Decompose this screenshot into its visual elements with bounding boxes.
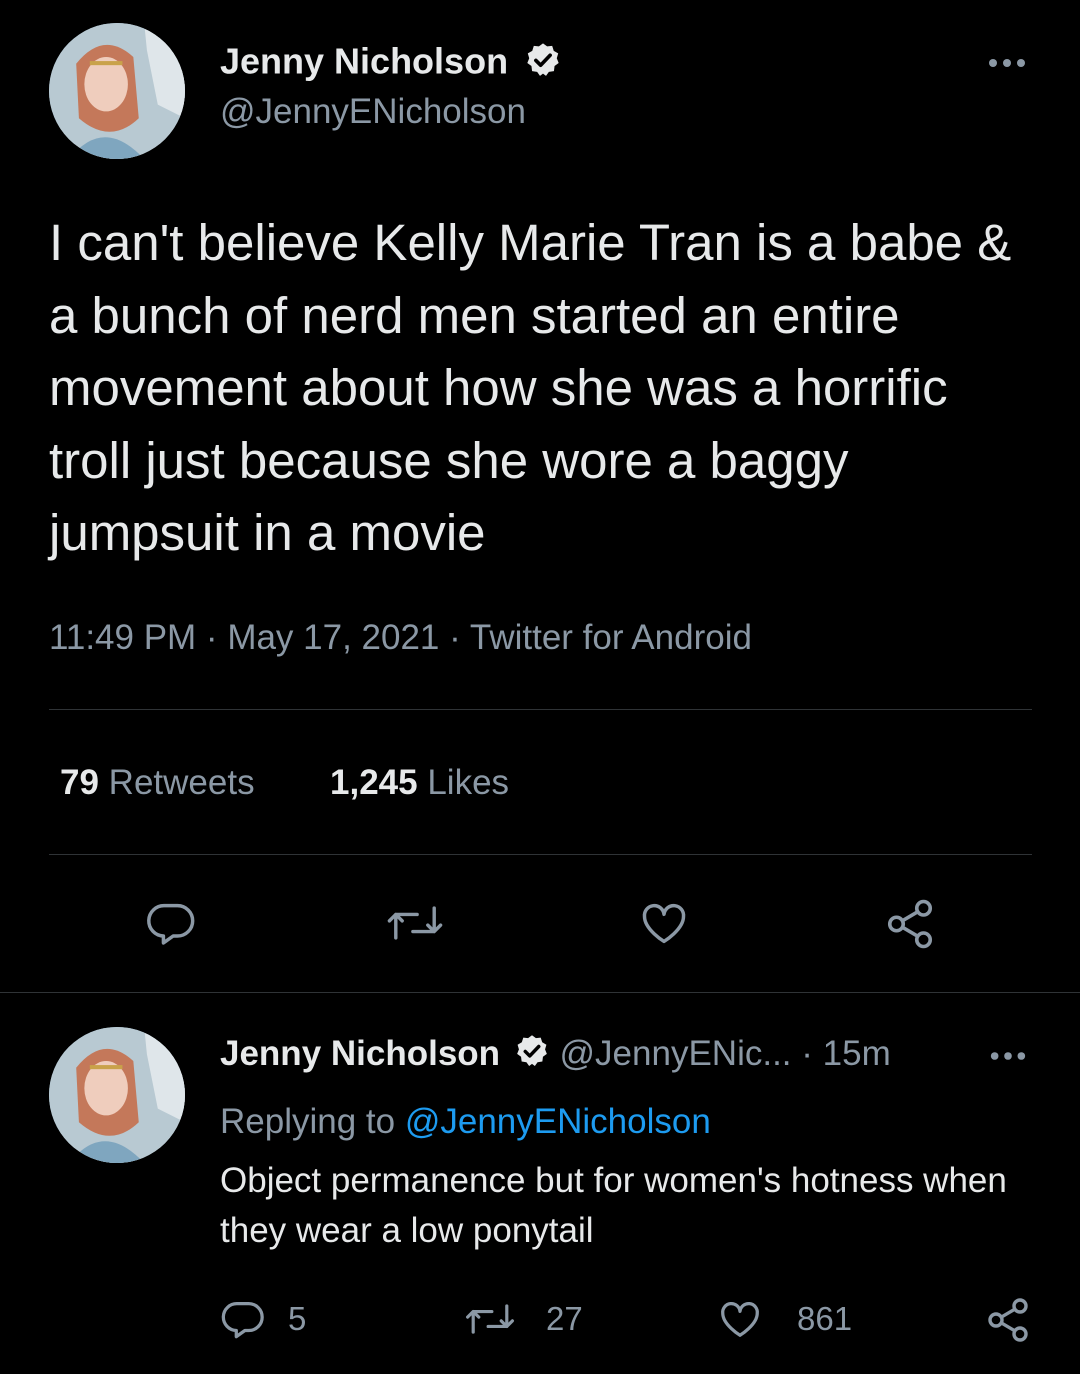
retweets-label: Retweets — [108, 763, 255, 802]
verified-icon — [514, 1033, 550, 1078]
reply-time: 15m — [822, 1033, 891, 1073]
divider — [49, 854, 1032, 855]
replying-prefix: Replying to — [220, 1102, 396, 1141]
author-name[interactable]: Jenny Nicholson — [220, 41, 562, 87]
tweet-text: I can't believe Kelly Marie Tran is a ba… — [49, 214, 1012, 561]
reply-count: 5 — [288, 1300, 307, 1337]
more-icon[interactable] — [988, 1049, 1028, 1063]
more-icon[interactable] — [986, 56, 1028, 70]
likes-count: 1,245 — [330, 763, 418, 802]
reply-author-handle: @JennyENic... — [559, 1033, 792, 1073]
reply-avatar[interactable] — [49, 1027, 185, 1163]
reply-icon — [220, 1296, 266, 1342]
retweet-count: 27 — [546, 1300, 583, 1337]
verified-icon — [524, 41, 562, 87]
retweet-icon[interactable] — [383, 897, 447, 949]
avatar-image — [49, 23, 185, 159]
retweets-count: 79 — [60, 763, 99, 802]
likes-label: Likes — [427, 763, 510, 802]
retweet-icon — [462, 1296, 518, 1342]
like-count: 861 — [797, 1300, 853, 1337]
reply-header[interactable]: Jenny Nicholson @JennyENic... · 15m — [220, 1033, 891, 1078]
share-icon[interactable] — [984, 1296, 1032, 1344]
author-handle[interactable]: @JennyENicholson — [220, 92, 526, 132]
reply-text: Object permanence but for women's hotnes… — [220, 1161, 1007, 1250]
likes-stat[interactable]: 1,245 Likes — [330, 762, 509, 804]
reply-icon[interactable] — [145, 897, 197, 949]
author-name-text: Jenny Nicholson — [220, 40, 509, 82]
section-divider — [0, 992, 1080, 993]
tweet-meta[interactable]: 11:49 PM · May 17, 2021 · Twitter for An… — [49, 617, 752, 659]
retweets-stat[interactable]: 79 Retweets — [60, 762, 255, 804]
reply-action[interactable]: 5 — [220, 1296, 306, 1342]
reply-separator: · — [801, 1033, 813, 1073]
avatar-image — [49, 1027, 185, 1163]
reply-author-name: Jenny Nicholson — [220, 1033, 501, 1073]
replying-to: Replying to @JennyENicholson — [220, 1101, 711, 1143]
retweet-action[interactable]: 27 — [462, 1296, 583, 1342]
avatar[interactable] — [49, 23, 185, 159]
like-icon[interactable] — [637, 897, 691, 949]
divider — [49, 709, 1032, 710]
share-icon[interactable] — [883, 897, 937, 951]
like-icon — [717, 1296, 763, 1342]
like-action[interactable]: 861 — [717, 1296, 852, 1342]
replying-handle-link[interactable]: @JennyENicholson — [405, 1102, 711, 1141]
